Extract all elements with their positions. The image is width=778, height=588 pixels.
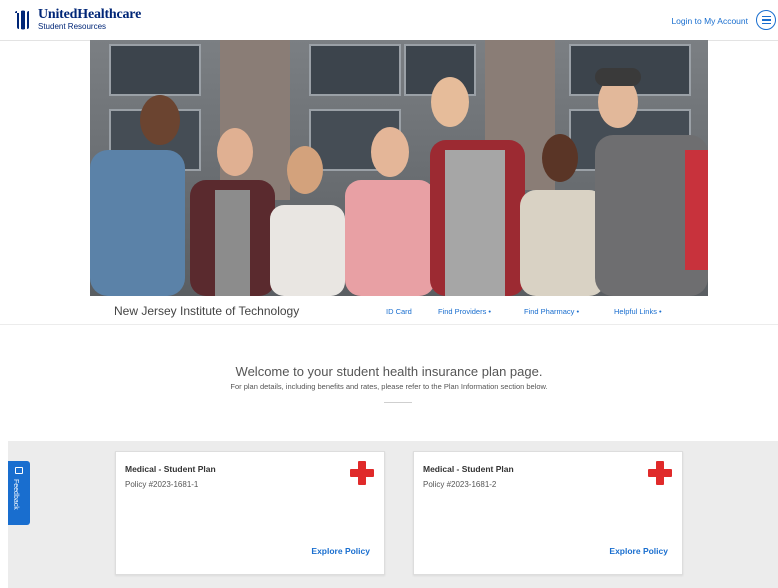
explore-policy-link[interactable]: Explore Policy bbox=[311, 546, 370, 556]
nav-link-find-pharmacy[interactable]: Find Pharmacy • bbox=[524, 307, 579, 316]
plan-card-policy: Policy #2023-1681-2 bbox=[423, 480, 497, 489]
welcome-subtitle: For plan details, including benefits and… bbox=[230, 382, 548, 391]
feedback-icon bbox=[15, 467, 23, 474]
login-link[interactable]: Login to My Account bbox=[671, 16, 748, 26]
nav-link-helpful-links[interactable]: Helpful Links • bbox=[614, 307, 662, 316]
brand-subtitle: Student Resources bbox=[38, 22, 107, 31]
plan-card-2[interactable]: Medical - Student Plan Policy #2023-1681… bbox=[413, 451, 683, 575]
school-nav-bar: New Jersey Institute of Technology ID Ca… bbox=[0, 296, 778, 325]
brand-logo[interactable]: UnitedHealthcare Student Resources bbox=[14, 8, 141, 31]
feedback-label: Feedback bbox=[12, 479, 19, 510]
feedback-tab[interactable]: Feedback bbox=[8, 461, 30, 525]
hamburger-menu-button[interactable] bbox=[756, 10, 776, 30]
plan-card-title: Medical - Student Plan bbox=[423, 464, 514, 474]
nav-link-find-providers[interactable]: Find Providers • bbox=[438, 307, 491, 316]
section-divider bbox=[384, 402, 412, 403]
site-header: UnitedHealthcare Student Resources Login… bbox=[0, 0, 778, 41]
hero-image bbox=[90, 40, 708, 296]
plan-card-1[interactable]: Medical - Student Plan Policy #2023-1681… bbox=[115, 451, 385, 575]
uhc-shield-icon bbox=[15, 10, 29, 29]
medical-cross-icon bbox=[350, 461, 374, 485]
plan-card-policy: Policy #2023-1681-1 bbox=[125, 480, 199, 489]
explore-policy-link[interactable]: Explore Policy bbox=[609, 546, 668, 556]
hamburger-icon bbox=[761, 15, 771, 18]
medical-cross-icon bbox=[648, 461, 672, 485]
school-name: New Jersey Institute of Technology bbox=[114, 304, 300, 318]
plan-cards-section: Medical - Student Plan Policy #2023-1681… bbox=[8, 441, 778, 588]
students-photo bbox=[90, 40, 708, 296]
nav-link-id-card[interactable]: ID Card bbox=[386, 307, 412, 316]
welcome-title: Welcome to your student health insurance… bbox=[235, 364, 543, 379]
plan-card-title: Medical - Student Plan bbox=[125, 464, 216, 474]
brand-name: UnitedHealthcare bbox=[38, 7, 142, 22]
